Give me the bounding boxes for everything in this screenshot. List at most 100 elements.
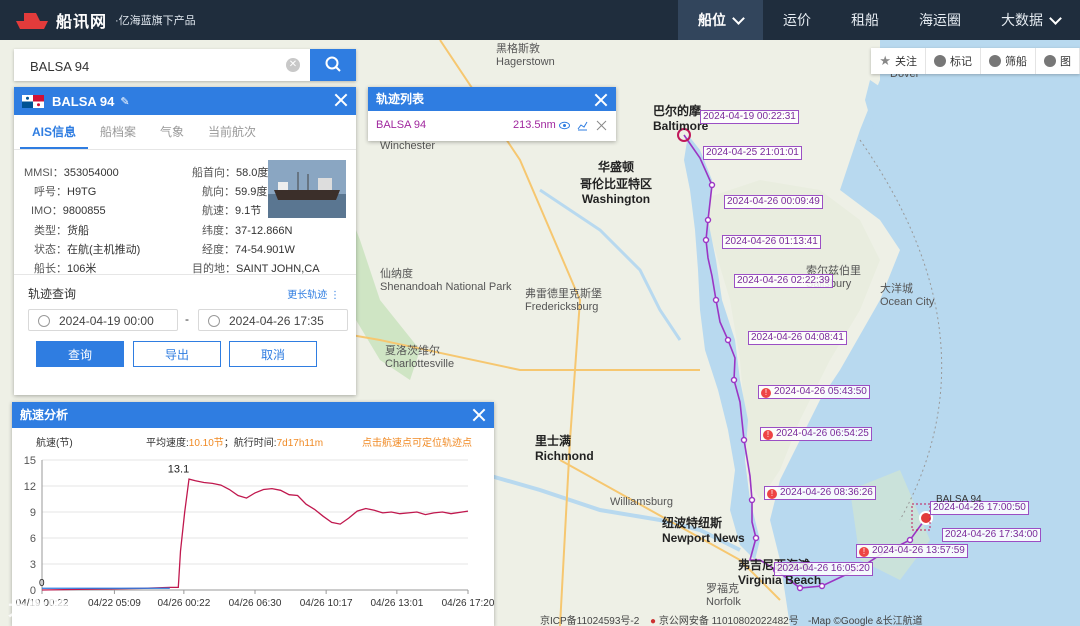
track-point-label[interactable]: 2024-04-26 17:34:00	[942, 528, 1041, 542]
clear-icon[interactable]: ✕	[286, 58, 300, 72]
status-field: 状态：在航(主机推动)	[34, 244, 141, 256]
track-query-section: 轨迹查询 更长轨迹 ⋮ 2024-04-19 00:00 - 2024-04-2…	[14, 274, 356, 395]
track-point-label[interactable]: ! 2024-04-26 05:43:50	[758, 385, 870, 399]
latitude-field: 纬度：37-12.866N	[202, 225, 293, 237]
chart-line-icon[interactable]	[577, 120, 588, 131]
mark-button[interactable]: 标记	[926, 48, 981, 74]
average-speed: 平均速度:10.10节；航行时间:7d17h11m	[146, 438, 324, 449]
track-point-label[interactable]: ! 2024-04-26 13:57:59	[856, 544, 968, 558]
imo-field: IMO：9800855	[31, 205, 106, 217]
tab-weather[interactable]: 气象	[148, 115, 196, 149]
speed-meta: 航速(节) 平均速度:10.10节；航行时间:7d17h11m 点击航速点可定位…	[12, 428, 494, 450]
nav-label: 船位	[698, 12, 726, 28]
x-tick-label: 04/26 10:17	[300, 598, 353, 609]
ship-info-header: BALSA 94 ✎	[14, 87, 356, 115]
logo-text: 船讯网	[56, 14, 108, 31]
y-tick-label: 12	[24, 481, 36, 493]
track-list-header: 轨迹列表	[368, 87, 616, 111]
search-button[interactable]	[310, 49, 356, 81]
track-point-label[interactable]: ! 2024-04-26 06:54:25	[760, 427, 872, 441]
layers-icon	[1044, 55, 1056, 67]
y-tick-label: 15	[24, 455, 36, 467]
track-ship-name: BALSA 94	[376, 119, 427, 131]
max-speed-label: 13.1	[168, 463, 189, 475]
type-field: 类型：货船	[34, 225, 89, 237]
x-tick-label: 04/26 17:20	[442, 598, 494, 609]
zero-speed-label: 0	[39, 578, 45, 589]
nav-label: 大数据	[1001, 12, 1043, 28]
cancel-button[interactable]: 取消	[229, 341, 317, 367]
map-label-newport-news: 纽波特纽斯 Newport News	[662, 516, 745, 545]
course-field: 航向：59.9度	[202, 186, 268, 198]
speed-series-line	[41, 478, 469, 591]
nav-label: 运价	[783, 12, 811, 28]
main-nav: 船位 运价 租船 海运圈 大数据	[678, 0, 1080, 40]
track-list-panel: 轨迹列表 BALSA 94 213.5nm	[368, 87, 616, 141]
nav-charter[interactable]: 租船	[831, 0, 899, 40]
ship-photo[interactable]	[268, 160, 346, 218]
site-logo[interactable]: 船讯网 ·亿海蓝旗下产品	[14, 8, 196, 32]
chevron-down-icon	[1049, 11, 1062, 25]
longitude-field: 经度：74-54.901W	[202, 244, 295, 256]
end-date-input[interactable]: 2024-04-26 17:35	[198, 309, 348, 331]
police-record-text[interactable]: ● 京公网安备 11010802022482号	[650, 612, 799, 626]
close-icon[interactable]	[334, 93, 348, 107]
nav-freight[interactable]: 运价	[763, 0, 831, 40]
track-list-row[interactable]: BALSA 94 213.5nm	[368, 111, 616, 141]
map-toolbar: ★ 关注 标记 筛船 图	[871, 48, 1080, 74]
track-point-label[interactable]: 2024-04-26 02:22:39	[734, 274, 833, 288]
star-icon: ★	[879, 53, 891, 68]
start-date-input[interactable]: 2024-04-19 00:00	[28, 309, 178, 331]
logo-subtitle: ·亿海蓝旗下产品	[115, 15, 196, 27]
nav-ship-position[interactable]: 船位	[678, 0, 763, 40]
eye-icon[interactable]	[559, 120, 570, 131]
watermark-text: 大数跨境	[8, 598, 88, 620]
layer-button[interactable]: 图	[1036, 48, 1080, 74]
tab-ship-archive[interactable]: 船档案	[88, 115, 148, 149]
ship-name-tag[interactable]: BALSA 94	[936, 494, 982, 505]
clock-icon	[38, 315, 50, 327]
x-tick-label: 04/26 06:30	[229, 598, 282, 609]
close-icon[interactable]	[472, 408, 486, 422]
warning-icon: !	[859, 547, 869, 557]
track-query-title: 轨迹查询	[28, 287, 77, 301]
filter-icon	[989, 55, 1001, 67]
map-label-winchester: Winchester	[380, 140, 436, 152]
track-point-label[interactable]: 2024-04-26 04:08:41	[748, 331, 847, 345]
y-tick-label: 3	[30, 559, 36, 571]
edit-icon[interactable]: ✎	[120, 95, 129, 108]
filter-button[interactable]: 筛船	[981, 48, 1036, 74]
x-tick-label: 04/26 13:01	[370, 598, 423, 609]
track-point-label[interactable]: ! 2024-04-26 08:36:26	[764, 486, 876, 500]
speed-y-label: 航速(节)	[36, 438, 73, 449]
y-tick-label: 9	[30, 507, 36, 519]
follow-button[interactable]: ★ 关注	[871, 48, 926, 74]
tab-current-voyage[interactable]: 当前航次	[196, 115, 268, 149]
tab-ais-info[interactable]: AIS信息	[20, 115, 89, 149]
nav-shipping-circle[interactable]: 海运圈	[899, 0, 981, 40]
icp-text[interactable]: 京ICP备11024593号-2	[540, 612, 639, 626]
track-point-label[interactable]: 2024-04-26 16:05:20	[774, 562, 873, 576]
map-label-hagerstown: 黑格斯敦 Hagerstown	[496, 43, 555, 68]
delete-icon[interactable]	[596, 120, 607, 131]
query-button[interactable]: 查询	[36, 341, 124, 367]
top-navbar: 船讯网 ·亿海蓝旗下产品 船位 运价 租船 海运圈 大数据	[0, 0, 1080, 40]
nav-big-data[interactable]: 大数据	[981, 0, 1080, 40]
track-point-label[interactable]: 2024-04-26 00:09:49	[724, 195, 823, 209]
callsign-field: 呼号：H9TG	[34, 186, 97, 198]
close-icon[interactable]	[594, 93, 608, 107]
x-tick-label: 04/26 00:22	[157, 598, 210, 609]
export-button[interactable]: 导出	[133, 341, 221, 367]
track-point-label[interactable]: 2024-04-25 21:01:01	[703, 146, 802, 160]
track-point-label[interactable]: 2024-04-19 00:22:31	[700, 110, 799, 124]
y-tick-label: 6	[30, 533, 36, 545]
search-input[interactable]	[28, 49, 292, 83]
longer-track-link[interactable]: 更长轨迹 ⋮	[287, 286, 340, 301]
map-label-fredericksburg: 弗雷德里克斯堡 Fredericksburg	[525, 288, 602, 313]
ship-title: BALSA 94	[52, 93, 115, 109]
x-tick-label: 04/22 05:09	[88, 598, 141, 609]
track-point-label[interactable]: 2024-04-26 01:13:41	[722, 235, 821, 249]
ship-info-panel: BALSA 94 ✎ AIS信息 船档案 气象 当前航次 MMSI：353054…	[14, 87, 356, 395]
ship-logo-icon	[16, 13, 48, 29]
speed-panel-header: 航速分析	[12, 402, 494, 428]
